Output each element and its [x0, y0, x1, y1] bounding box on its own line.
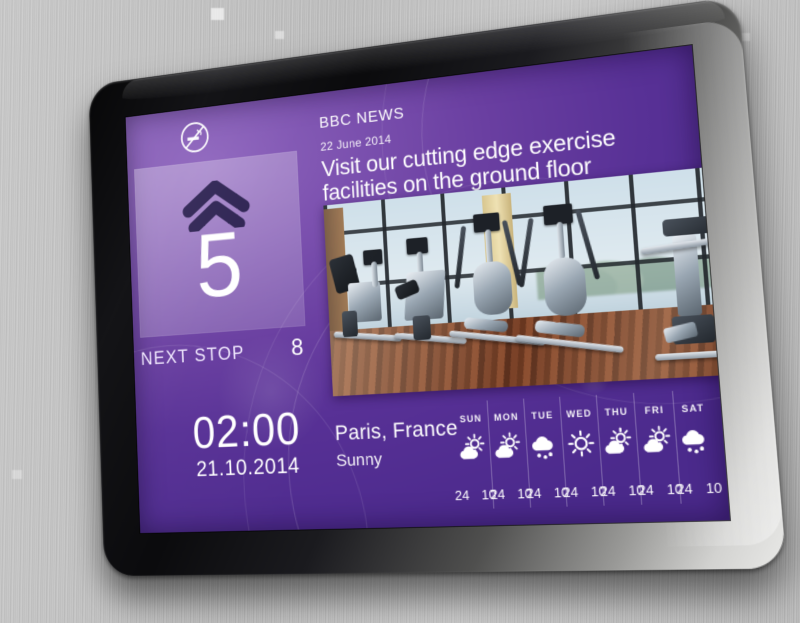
news-image	[323, 163, 730, 397]
weather-temperatures: 24 10	[489, 485, 533, 503]
gym-machine	[387, 234, 470, 366]
current-floor-number: 5	[193, 212, 244, 318]
weather-day-fri[interactable]: FRI 24 10	[633, 391, 684, 505]
weather-high: 24	[489, 486, 506, 503]
weather-low: 10	[705, 479, 723, 497]
clock-widget: 02:00 21.10.2014	[153, 402, 345, 484]
weather-city: Paris, France	[334, 416, 459, 446]
weather-day-label: TUE	[531, 409, 554, 422]
weather-low: 10	[553, 484, 570, 501]
weather-temperatures: 24 10	[525, 484, 570, 502]
clock-time: 02:00	[191, 402, 302, 458]
weather-high: 24	[562, 483, 579, 501]
weather-low: 10	[627, 481, 645, 499]
background-glow	[532, 316, 584, 368]
weather-high: 24	[675, 480, 694, 498]
weather-temperatures: 24 10	[454, 486, 497, 504]
weather-day-label: FRI	[644, 404, 665, 417]
clock-date: 21.10.2014	[195, 452, 301, 482]
weather-temperatures: 24 10	[637, 480, 684, 499]
weather-condition: Sunny	[335, 449, 383, 471]
perspective-stage: 5 NEXT STOP 8 02:00 21.10.2014 BBC NEWS …	[0, 0, 800, 623]
next-stop-row: NEXT STOP 8	[140, 333, 318, 372]
weather-day-sun[interactable]: SUN 24 10	[453, 400, 497, 509]
news-panel: BBC NEWS 22 June 2014 Visit our cutting …	[319, 72, 682, 205]
snow-cloud-icon	[526, 427, 564, 464]
weather-day-tue[interactable]: TUE 24 10	[522, 396, 570, 508]
weather-temperatures: 24 10	[676, 479, 723, 497]
weather-low: 10	[480, 486, 497, 503]
sun-behind-cloud-icon	[637, 422, 677, 460]
weather-day-sat[interactable]: SAT 24 10	[671, 389, 723, 504]
weather-high: 24	[637, 481, 655, 499]
weather-day-mon[interactable]: MON 24 10	[486, 398, 533, 509]
weather-low: 10	[666, 480, 684, 498]
weather-location: Paris, France Sunny	[334, 416, 460, 471]
next-stop-value: 8	[290, 333, 306, 362]
weather-day-label: MON	[493, 411, 519, 423]
gym-window-trees	[532, 197, 730, 301]
next-stop-label: NEXT STOP	[140, 342, 246, 370]
weather-high: 24	[525, 485, 542, 502]
weather-day-label: SAT	[681, 402, 705, 415]
weather-low: 10	[516, 485, 533, 502]
news-headline: Visit our cutting edge exercise faciliti…	[320, 123, 617, 206]
sun-behind-cloud-icon	[490, 429, 527, 466]
weather-panel: Paris, France Sunny SUN 24 10 MON 24 10 TUE 24 1…	[334, 389, 723, 513]
background-arc	[367, 45, 730, 418]
weather-day-label: SUN	[459, 413, 483, 425]
no-smoking-icon	[178, 118, 212, 157]
weather-high: 24	[454, 487, 470, 504]
current-floor-tile[interactable]: 5	[134, 150, 306, 338]
elevator-display-device: 5 NEXT STOP 8 02:00 21.10.2014 BBC NEWS …	[88, 0, 787, 577]
snow-cloud-icon	[675, 421, 716, 459]
sun-behind-cloud-icon	[455, 430, 491, 467]
gym-machine	[446, 209, 548, 369]
